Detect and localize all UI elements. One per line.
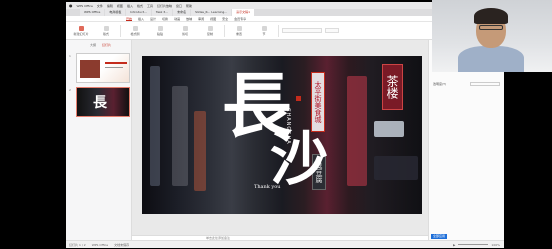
tab-doc-5[interactable]: 未命名: [173, 9, 191, 16]
ribbon-tab-slideshow[interactable]: 放映: [186, 16, 192, 21]
format-painter-button[interactable]: 格式刷: [124, 25, 146, 37]
apply-all-button[interactable]: 全部应用: [431, 234, 447, 239]
zoom-level: 100%: [491, 242, 500, 247]
reset-icon: [236, 25, 242, 31]
ribbon-tab-animation[interactable]: 动画: [174, 16, 180, 21]
tab-doc-6[interactable]: Slides_R... Learning...: [191, 9, 232, 16]
ribbon-tab-design[interactable]: 设计: [150, 16, 156, 21]
thumbnail-text-line: [105, 67, 123, 68]
theme-name: WPS Office: [91, 242, 109, 247]
recording-frame: ● WPS Office 文件 编辑 视图 插入 格式 工具 幻灯片放映 窗口 …: [0, 0, 552, 249]
menubar-app[interactable]: WPS Office: [77, 4, 93, 8]
menubar-item-insert[interactable]: 插入: [127, 4, 133, 8]
tab-doc-active[interactable]: 演示文稿1: [232, 9, 255, 16]
transparency-input[interactable]: [470, 82, 500, 86]
slides-tab[interactable]: 幻灯片: [102, 43, 111, 47]
section-button[interactable]: 节: [253, 25, 275, 37]
ribbon-tab-security[interactable]: 安全: [222, 16, 228, 21]
copy-label: 复制: [206, 31, 213, 36]
paste-label: 粘贴: [156, 31, 163, 36]
thumbnail-calligraphy: 長: [93, 95, 107, 111]
presenter-hair: [474, 8, 508, 24]
slide-number-1: 1: [69, 54, 71, 58]
slide-canvas: 太平街美食城 臭豆腐 茶楼 長 沙 CHANGSHA Thank you: [132, 40, 428, 240]
font-family-select[interactable]: [282, 28, 322, 33]
menubar-item-edit[interactable]: 编辑: [107, 4, 113, 8]
webcam-overlay: [432, 0, 552, 72]
tab-wps-home[interactable]: WPS Office: [80, 9, 105, 16]
ribbon-tab-member[interactable]: 会员专享: [234, 16, 246, 21]
paste-button[interactable]: 粘贴: [149, 25, 171, 37]
reset-label: 重置: [235, 31, 242, 36]
billboard-shape: [374, 156, 418, 180]
slide-thumbnail-panel: 大纲 幻灯片 1 2 長: [66, 40, 132, 240]
current-slide[interactable]: 太平街美食城 臭豆腐 茶楼 長 沙 CHANGSHA Thank you: [142, 56, 422, 214]
ribbon-divider: [120, 24, 121, 37]
copy-icon: [207, 25, 213, 31]
play-icon[interactable]: ▶: [453, 243, 455, 247]
building-shape: [150, 66, 160, 186]
section-label: 节: [262, 31, 266, 36]
tab-doc-3[interactable]: Introduct...: [126, 9, 151, 16]
tab-doc-2[interactable]: 电商模板: [105, 9, 126, 16]
layout-icon: [103, 25, 109, 31]
section-icon: [261, 25, 267, 31]
layout-button[interactable]: 版式: [95, 25, 117, 37]
building-shape: [172, 86, 188, 186]
ribbon-divider: [278, 24, 279, 37]
reset-button[interactable]: 重置: [228, 25, 250, 37]
menubar-item-window[interactable]: 窗口: [176, 4, 182, 8]
ribbon-divider: [224, 24, 225, 37]
light-shape: [194, 111, 206, 191]
outline-tab[interactable]: 大纲: [90, 43, 96, 47]
presenter-glasses: [479, 25, 503, 30]
format-painter-label: 格式刷: [130, 31, 140, 36]
ribbon-tab-home[interactable]: 开始: [126, 16, 133, 21]
ribbon-tab-insert[interactable]: 插入: [138, 16, 144, 21]
menubar-item-tools[interactable]: 工具: [147, 4, 153, 8]
red-seal-stamp: [296, 96, 301, 101]
zoom-slider[interactable]: [458, 244, 489, 245]
street-sign-taiping: 太平街美食城: [311, 72, 325, 132]
ribbon-tab-transition[interactable]: 切换: [162, 16, 168, 21]
neon-shape: [347, 76, 367, 186]
slide-thumbnail-1[interactable]: [76, 53, 130, 83]
presenter-body: [458, 46, 524, 72]
brush-icon: [132, 25, 138, 31]
slide-number-2: 2: [69, 88, 71, 92]
layout-label: 版式: [102, 31, 109, 36]
ribbon-tab-view[interactable]: 视图: [210, 16, 216, 21]
slide-thumbnail-2[interactable]: 長: [76, 87, 130, 117]
menubar-item-view[interactable]: 视图: [117, 4, 123, 8]
new-slide-button[interactable]: 新建幻灯片: [70, 25, 92, 37]
menubar-item-slideshow[interactable]: 幻灯片放映: [157, 4, 172, 8]
paste-icon: [157, 25, 163, 31]
slide-english-title: CHANGSHA: [285, 108, 291, 145]
slide-thanks-text: Thank you: [254, 184, 281, 190]
font-size-select[interactable]: [325, 28, 339, 33]
cut-label: 剪切: [181, 31, 188, 36]
save-status: 文档未保存: [114, 242, 130, 247]
scissors-icon: [182, 25, 188, 31]
status-bar: 幻灯片 1 / 2 WPS Office 文档未保存 ▶ 100%: [66, 240, 504, 248]
transparency-label: 透明度(T): [433, 82, 447, 86]
ribbon-tab-review[interactable]: 审阅: [198, 16, 204, 21]
thumbnail-title-bar: [105, 62, 127, 64]
menubar-item-format[interactable]: 格式: [137, 4, 143, 8]
new-slide-label: 新建幻灯片: [73, 31, 89, 36]
menubar-item-help[interactable]: 帮助: [186, 4, 192, 8]
new-slide-icon: [78, 25, 84, 31]
cut-button[interactable]: 剪切: [174, 25, 196, 37]
tab-doc-4[interactable]: Task 3...: [151, 9, 173, 16]
prop-row: 透明度(T): [433, 82, 500, 86]
panel-tabs: 大纲 幻灯片: [66, 40, 131, 47]
menubar-item-file[interactable]: 文件: [97, 4, 103, 8]
slide-counter: 幻灯片 1 / 2: [69, 242, 86, 247]
slide-title-char-2: 沙: [270, 125, 329, 193]
thumbnail-food-image: [80, 60, 100, 78]
copy-button[interactable]: 复制: [199, 25, 221, 37]
street-sign-large: 茶楼: [382, 64, 403, 110]
apple-icon[interactable]: ●: [69, 3, 73, 8]
billboard-shape: [374, 121, 404, 137]
